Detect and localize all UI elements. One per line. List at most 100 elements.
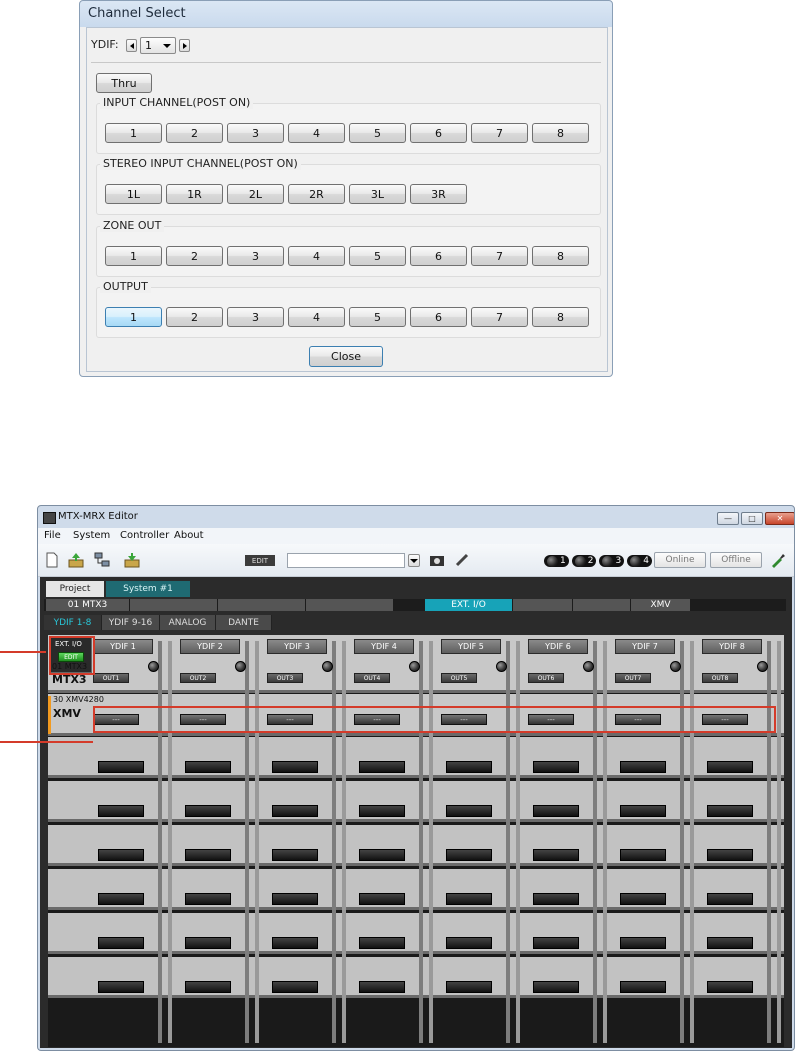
- online-button[interactable]: Online: [654, 552, 706, 568]
- menu-file[interactable]: File: [44, 530, 61, 541]
- empty-channel-button[interactable]: [707, 893, 753, 905]
- ydif-header[interactable]: YDIF 5: [441, 639, 501, 654]
- channel-button[interactable]: 2L: [227, 184, 284, 204]
- channel-button[interactable]: 5: [349, 123, 406, 143]
- empty-channel-button[interactable]: [707, 761, 753, 773]
- output-button[interactable]: OUT1: [93, 673, 129, 683]
- ydif-header[interactable]: YDIF 8: [702, 639, 762, 654]
- empty-channel-button[interactable]: [359, 981, 405, 993]
- output-button[interactable]: OUT3: [267, 673, 303, 683]
- channel-button[interactable]: 6: [410, 307, 467, 327]
- ydif-prev-button[interactable]: [126, 39, 137, 52]
- empty-channel-button[interactable]: [446, 981, 492, 993]
- empty-channel-button[interactable]: [446, 849, 492, 861]
- empty-channel-button[interactable]: [185, 893, 231, 905]
- empty-channel-button[interactable]: [533, 981, 579, 993]
- channel-button[interactable]: 1: [105, 123, 162, 143]
- empty-channel-button[interactable]: [185, 849, 231, 861]
- maximize-button[interactable]: □: [741, 512, 763, 525]
- empty-channel-button[interactable]: [272, 805, 318, 817]
- channel-button[interactable]: 1: [105, 307, 162, 327]
- empty-channel-button[interactable]: [185, 761, 231, 773]
- ydif-header[interactable]: YDIF 6: [528, 639, 588, 654]
- knob-icon[interactable]: [148, 661, 159, 672]
- ydif-header[interactable]: YDIF 4: [354, 639, 414, 654]
- empty-channel-button[interactable]: [620, 937, 666, 949]
- device-slot[interactable]: [573, 599, 631, 611]
- menu-system[interactable]: System: [73, 530, 110, 541]
- empty-channel-button[interactable]: [98, 981, 144, 993]
- offline-button[interactable]: Offline: [710, 552, 762, 568]
- empty-channel-button[interactable]: [707, 805, 753, 817]
- empty-channel-button[interactable]: [446, 761, 492, 773]
- ydif-header[interactable]: YDIF 7: [615, 639, 675, 654]
- empty-channel-button[interactable]: [446, 937, 492, 949]
- channel-button[interactable]: 5: [349, 246, 406, 266]
- subtab-analog[interactable]: ANALOG: [160, 615, 216, 630]
- empty-channel-button[interactable]: [707, 937, 753, 949]
- channel-button[interactable]: 7: [471, 246, 528, 266]
- empty-channel-button[interactable]: [272, 849, 318, 861]
- knob-icon[interactable]: [409, 661, 420, 672]
- channel-button[interactable]: 8: [532, 123, 589, 143]
- menu-about[interactable]: About: [174, 530, 204, 541]
- output-button[interactable]: OUT7: [615, 673, 651, 683]
- empty-channel-button[interactable]: [620, 761, 666, 773]
- empty-channel-button[interactable]: [185, 805, 231, 817]
- knob-icon[interactable]: [757, 661, 768, 672]
- empty-channel-button[interactable]: [98, 761, 144, 773]
- open-file-icon[interactable]: [68, 552, 84, 568]
- channel-button[interactable]: 4: [288, 246, 345, 266]
- knob-icon[interactable]: [322, 661, 333, 672]
- empty-channel-button[interactable]: [533, 761, 579, 773]
- menu-controller[interactable]: Controller: [120, 530, 169, 541]
- empty-channel-button[interactable]: [359, 805, 405, 817]
- channel-button[interactable]: 6: [410, 123, 467, 143]
- empty-channel-button[interactable]: [620, 981, 666, 993]
- ydif-select[interactable]: 1: [140, 37, 176, 54]
- output-button[interactable]: OUT5: [441, 673, 477, 683]
- subtab-ydif-1-8[interactable]: YDIF 1-8: [44, 615, 102, 630]
- empty-channel-button[interactable]: [359, 761, 405, 773]
- ydif-header[interactable]: YDIF 3: [267, 639, 327, 654]
- sync-icon[interactable]: [770, 552, 786, 568]
- device-slot[interactable]: [306, 599, 394, 611]
- output-button[interactable]: OUT4: [354, 673, 390, 683]
- channel-button[interactable]: 7: [471, 123, 528, 143]
- device-slot[interactable]: [513, 599, 573, 611]
- channel-button[interactable]: 3L: [349, 184, 406, 204]
- empty-channel-button[interactable]: [446, 893, 492, 905]
- device-xmv[interactable]: XMV: [631, 599, 691, 611]
- empty-channel-button[interactable]: [272, 981, 318, 993]
- empty-channel-button[interactable]: [185, 981, 231, 993]
- subtab-dante[interactable]: DANTE: [216, 615, 272, 630]
- close-window-button[interactable]: ✕: [765, 512, 794, 525]
- channel-button[interactable]: 3R: [410, 184, 467, 204]
- empty-channel-button[interactable]: [533, 937, 579, 949]
- empty-channel-button[interactable]: [98, 893, 144, 905]
- channel-button[interactable]: 1L: [105, 184, 162, 204]
- empty-channel-button[interactable]: [98, 937, 144, 949]
- channel-button[interactable]: 6: [410, 246, 467, 266]
- empty-channel-button[interactable]: [185, 937, 231, 949]
- empty-channel-button[interactable]: [620, 805, 666, 817]
- output-button[interactable]: OUT2: [180, 673, 216, 683]
- save-file-icon[interactable]: [124, 552, 140, 568]
- knob-icon[interactable]: [670, 661, 681, 672]
- output-button[interactable]: OUT8: [702, 673, 738, 683]
- empty-channel-button[interactable]: [359, 893, 405, 905]
- channel-button[interactable]: 3: [227, 246, 284, 266]
- empty-channel-button[interactable]: [272, 893, 318, 905]
- empty-channel-button[interactable]: [533, 805, 579, 817]
- device-mtx3[interactable]: 01 MTX3: [46, 599, 130, 611]
- empty-channel-button[interactable]: [446, 805, 492, 817]
- subtab-ydif-9-16[interactable]: YDIF 9-16: [102, 615, 160, 630]
- channel-button[interactable]: 5: [349, 307, 406, 327]
- empty-channel-button[interactable]: [272, 761, 318, 773]
- ydif-header[interactable]: YDIF 2: [180, 639, 240, 654]
- channel-button[interactable]: 3: [227, 307, 284, 327]
- minimize-button[interactable]: —: [717, 512, 739, 525]
- knob-icon[interactable]: [496, 661, 507, 672]
- channel-button[interactable]: 1: [105, 246, 162, 266]
- channel-button[interactable]: 7: [471, 307, 528, 327]
